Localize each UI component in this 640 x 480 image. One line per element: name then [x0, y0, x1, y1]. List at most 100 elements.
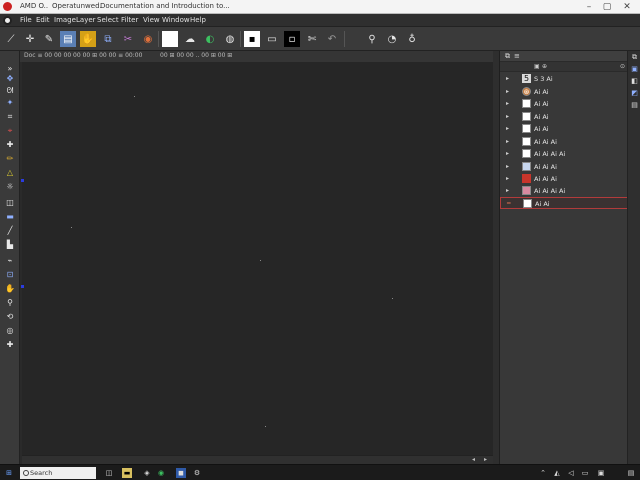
visibility-icon[interactable]: ▸	[506, 125, 509, 132]
pen-icon[interactable]: ✎	[41, 31, 57, 47]
close-icon[interactable]: ✕	[620, 1, 634, 13]
scissors-icon[interactable]: ✄	[304, 31, 320, 47]
zoom-tool-icon[interactable]: ⚲	[3, 297, 17, 309]
layer-row-selected[interactable]: ━ Ai Ai	[500, 197, 628, 209]
menu-filter[interactable]: Filter	[121, 16, 138, 24]
blend-mode-icon[interactable]: ⊕	[542, 63, 547, 70]
menu-select[interactable]: Select	[97, 16, 119, 24]
bulb-icon[interactable]: ♁	[404, 31, 420, 47]
properties-icon[interactable]: ▣	[630, 65, 639, 74]
lock-icon[interactable]: ▣	[534, 63, 540, 70]
gradient-tool-icon[interactable]: ▬	[3, 211, 17, 223]
layer-row[interactable]: ▸ Ai Ai Ai Ai	[500, 148, 628, 160]
language-icon[interactable]: ▣	[596, 468, 606, 478]
stamp-tool-icon[interactable]: △	[3, 167, 17, 179]
hand-icon[interactable]: ✋	[80, 31, 96, 47]
layers-toggle-icon[interactable]: ◐	[202, 31, 218, 47]
pen-tool-icon[interactable]: ╱	[3, 225, 17, 237]
layer-row[interactable]: ▸ Ai Ai	[500, 111, 628, 123]
adjustments-icon[interactable]: ◧	[630, 77, 639, 86]
path-tool-icon[interactable]: ⌁	[3, 255, 17, 267]
layer-row[interactable]: ▸ Ai Ai	[500, 98, 628, 110]
guide-marker[interactable]	[21, 179, 24, 182]
tray-up-icon[interactable]: ⌃	[538, 468, 548, 478]
menu-edit[interactable]: Edit	[36, 16, 50, 24]
search-input[interactable]: Search	[20, 467, 96, 479]
visibility-icon[interactable]: ▸	[506, 113, 509, 120]
rotate-tool-icon[interactable]: ⟲	[3, 311, 17, 323]
store-icon[interactable]: ◈	[142, 468, 152, 478]
visibility-icon[interactable]: ▸	[506, 75, 509, 82]
undo-icon[interactable]: ↶	[324, 31, 340, 47]
brush-tool-icon[interactable]: ✏	[3, 153, 17, 165]
visibility-icon[interactable]: ▸	[506, 175, 509, 182]
eraser-icon[interactable]: ▭	[264, 31, 280, 47]
eye-icon[interactable]: ◔	[384, 31, 400, 47]
cloud-icon[interactable]: ☁	[182, 31, 198, 47]
visibility-icon[interactable]: ▸	[506, 150, 509, 157]
layer-row[interactable]: ▸ Ai Ai Ai Ai	[500, 185, 628, 197]
menu-layer[interactable]: Layer	[76, 16, 96, 24]
document-icon[interactable]: ▤	[60, 31, 76, 47]
magic-wand-tool-icon[interactable]: ✦	[3, 97, 17, 109]
mask-icon[interactable]: ▪	[244, 31, 260, 47]
menu-help[interactable]: Help	[190, 16, 206, 24]
volume-icon[interactable]: ◁	[566, 468, 576, 478]
history-brush-tool-icon[interactable]: ☼	[3, 181, 17, 193]
opacity-icon[interactable]: ⊙	[620, 63, 625, 70]
visibility-icon[interactable]: ▸	[506, 187, 509, 194]
editor-app-icon[interactable]: ◼	[176, 468, 186, 478]
eraser-tool-icon[interactable]: ◫	[3, 197, 17, 209]
layer-row[interactable]: ▸ ⊛ Ai Ai	[500, 86, 628, 98]
scroll-left-icon[interactable]: ◂	[472, 456, 475, 463]
lasso-tool-icon[interactable]: ᘛ	[3, 85, 17, 97]
notification-icon[interactable]: ▤	[626, 468, 636, 478]
app-menu-icon[interactable]	[3, 16, 12, 25]
hand-tool-icon[interactable]: ✋	[3, 283, 17, 295]
menu-image[interactable]: Image	[54, 16, 76, 24]
menu-view[interactable]: View	[143, 16, 160, 24]
battery-icon[interactable]: ▭	[580, 468, 590, 478]
scroll-right-icon[interactable]: ▸	[484, 456, 487, 463]
minimize-icon[interactable]: –	[582, 1, 596, 13]
screen-mode-tool-icon[interactable]: ✚	[3, 339, 17, 351]
warp-icon[interactable]: ✂	[120, 31, 136, 47]
maximize-icon[interactable]: ▢	[600, 1, 614, 13]
color-panel-icon[interactable]: ◩	[630, 89, 639, 98]
visibility-icon[interactable]: ▸	[506, 138, 509, 145]
edge-icon[interactable]: ◉	[156, 468, 166, 478]
history-icon[interactable]: ▤	[630, 101, 639, 110]
visibility-icon[interactable]: ▸	[506, 163, 509, 170]
dock-expand-icon[interactable]: ⧉	[630, 53, 639, 62]
panel-menu-icon[interactable]: ≡	[514, 52, 520, 60]
layers-icon[interactable]: ⧉	[505, 52, 510, 61]
quick-mask-tool-icon[interactable]: ◎	[3, 325, 17, 337]
network-icon[interactable]: ◭	[552, 468, 562, 478]
color-wheel-icon[interactable]: ◉	[140, 31, 156, 47]
menu-window[interactable]: Window	[162, 16, 190, 24]
layer-row[interactable]: ▸ Ai Ai Ai	[500, 136, 628, 148]
crop-tool-icon[interactable]: ⌗	[3, 111, 17, 123]
foreground-swatch-icon[interactable]	[162, 31, 178, 47]
settings-icon[interactable]: ⚙	[192, 468, 202, 478]
layer-row[interactable]: ▸ Ai Ai Ai	[500, 173, 628, 185]
layer-row[interactable]: ▸ Ai Ai Ai	[500, 161, 628, 173]
windows-start-icon[interactable]: ⊞	[4, 468, 14, 478]
stamp-icon[interactable]: ◍	[222, 31, 238, 47]
layer-row[interactable]: ▸ 5 S 3 Ai	[500, 73, 628, 85]
eyedropper-tool-icon[interactable]: ⌖	[3, 125, 17, 137]
menu-file[interactable]: File	[20, 16, 32, 24]
healing-tool-icon[interactable]: ✚	[3, 139, 17, 151]
shape-tool-icon[interactable]: ⊡	[3, 269, 17, 281]
visibility-icon[interactable]: ▸	[506, 100, 509, 107]
layer-row[interactable]: ▸ Ai Ai	[500, 123, 628, 135]
canvas-area[interactable]	[22, 62, 493, 455]
type-tool-icon[interactable]: ▙	[3, 239, 17, 251]
move-icon[interactable]: ✛	[22, 31, 38, 47]
pin-icon[interactable]: ⚲	[364, 31, 380, 47]
transform-icon[interactable]: ⧉	[100, 31, 116, 47]
horizontal-scrollbar[interactable]: ◂ ▸	[22, 455, 493, 464]
visibility-icon[interactable]: ▸	[506, 88, 509, 95]
move-tool-icon[interactable]: ✥	[3, 73, 17, 85]
task-view-icon[interactable]: ◫	[104, 468, 114, 478]
